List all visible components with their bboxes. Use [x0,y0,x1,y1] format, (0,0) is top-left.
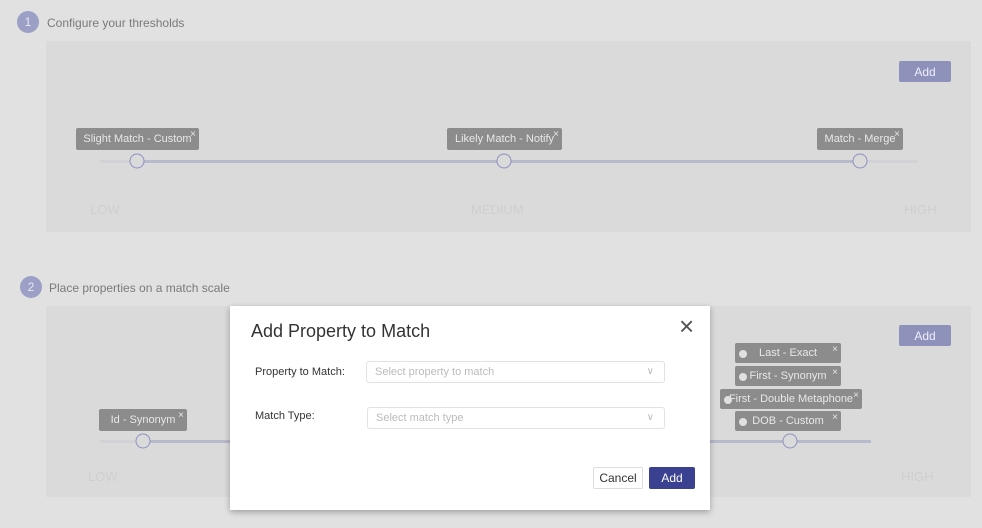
chip-label: First - Synonym [749,370,827,382]
match-type-label: Match Type: [255,410,315,422]
add-button[interactable]: Add [649,467,695,489]
chip-label: Match - Merge [824,133,896,145]
step-1-title: Configure your thresholds [47,16,185,30]
scale-medium: MEDIUM [471,202,524,217]
modal-title: Add Property to Match [251,321,431,341]
remove-icon[interactable]: × [853,390,859,401]
threshold-handle[interactable] [852,153,868,169]
drag-dot-icon[interactable] [724,396,732,404]
threshold-handle[interactable] [496,153,512,169]
remove-icon[interactable]: × [832,412,838,423]
threshold-chip[interactable]: Likely Match - Notify × [447,128,562,150]
threshold-chip[interactable]: Match - Merge × [817,128,903,150]
drag-dot-icon[interactable] [739,418,747,426]
property-chip[interactable]: DOB - Custom × [735,411,841,431]
add-threshold-button[interactable]: Add [899,61,951,82]
chevron-down-icon: ∨ [646,412,654,423]
chip-label: Last - Exact [758,347,818,359]
property-chip[interactable]: First - Double Metaphone × [720,389,862,409]
scale-low: LOW [90,202,120,217]
remove-icon[interactable]: × [832,367,838,378]
drag-dot-icon[interactable] [739,373,747,381]
drag-dot-icon[interactable] [739,350,747,358]
step-1-number: 1 [17,11,39,33]
property-handle[interactable] [135,433,151,449]
add-property-modal: Add Property to Match × Property to Matc… [230,306,710,510]
threshold-handle[interactable] [129,153,145,169]
remove-icon[interactable]: × [894,129,900,140]
remove-icon[interactable]: × [553,129,559,140]
scale-high: HIGH [904,202,937,217]
property-select[interactable]: Select property to match ∨ [366,361,665,383]
add-property-button[interactable]: Add [899,325,951,346]
property-label: Property to Match: [255,366,345,378]
close-icon[interactable]: × [679,311,694,342]
threshold-chip[interactable]: Slight Match - Custom × [76,128,199,150]
chip-label: Slight Match - Custom [83,133,192,145]
property-handle[interactable] [782,433,798,449]
remove-icon[interactable]: × [178,410,184,421]
match-type-select[interactable]: Select match type ∨ [367,407,665,429]
chip-label: DOB - Custom [752,415,824,427]
scale-low: LOW [88,469,118,484]
property-chip[interactable]: Last - Exact × [735,343,841,363]
chip-label: Id - Synonym [110,414,176,426]
property-placeholder: Select property to match [375,366,495,378]
scale-high: HIGH [901,469,934,484]
chip-label: First - Double Metaphone [728,393,854,405]
remove-icon[interactable]: × [832,344,838,355]
chevron-down-icon: ∨ [646,366,654,377]
remove-icon[interactable]: × [190,129,196,140]
step-2-number: 2 [20,276,42,298]
chip-label: Likely Match - Notify [454,133,555,145]
property-chip[interactable]: Id - Synonym × [99,409,187,431]
step-2-title: Place properties on a match scale [49,281,230,295]
property-chip[interactable]: First - Synonym × [735,366,841,386]
match-type-placeholder: Select match type [376,412,464,424]
cancel-button[interactable]: Cancel [593,467,643,489]
